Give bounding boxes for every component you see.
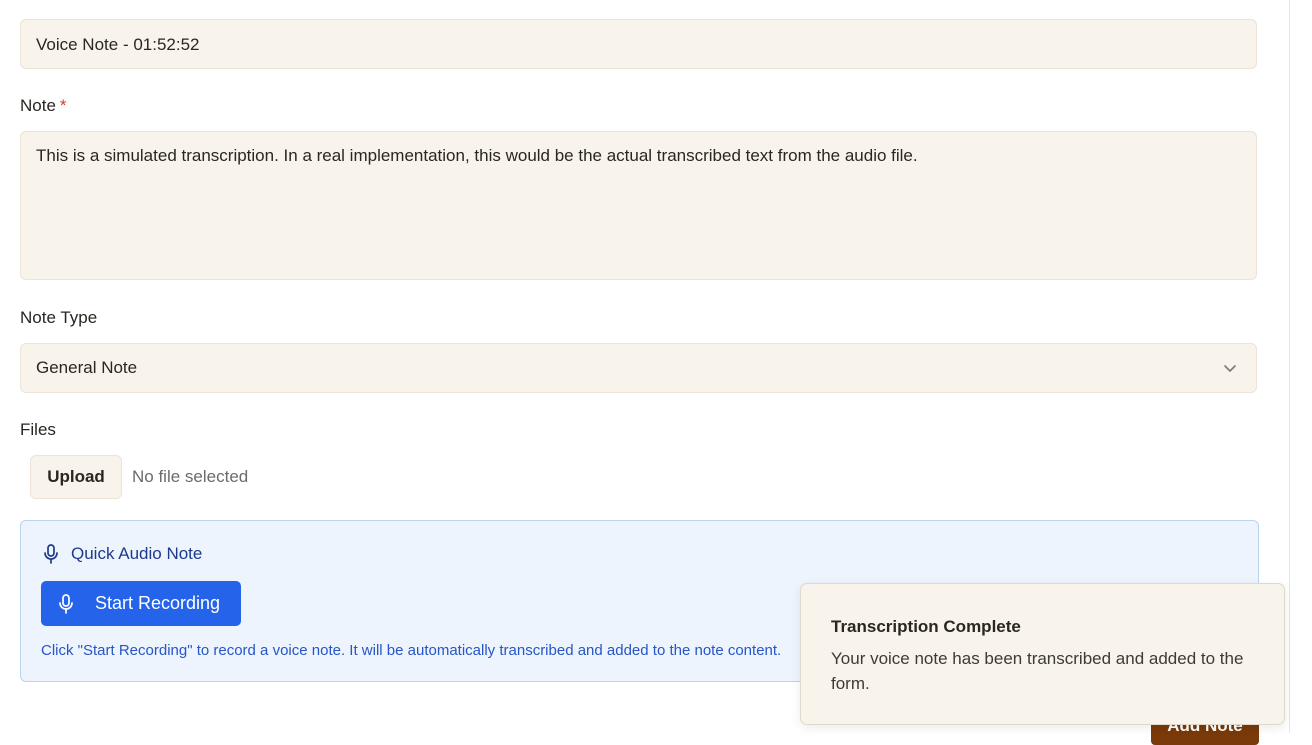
note-label-text: Note [20, 96, 56, 115]
title-input[interactable]: Voice Note - 01:52:52 [20, 19, 1257, 69]
toast-title: Transcription Complete [831, 617, 1021, 636]
microphone-icon [59, 593, 73, 614]
audio-help-text: Click "Start Recording" to record a voic… [41, 642, 782, 659]
required-mark: * [59, 96, 67, 115]
note-type-select[interactable]: General Note [20, 343, 1257, 393]
files-label: Files [20, 420, 56, 439]
audio-heading: Quick Audio Note [43, 544, 202, 564]
audio-heading-text: Quick Audio Note [71, 544, 203, 563]
toast-message: Your voice note has been transcribed and… [831, 649, 1244, 693]
note-type-value: General Note [36, 358, 138, 377]
chevron-down-icon [1224, 365, 1236, 372]
scrollbar[interactable] [1289, 0, 1312, 733]
no-file-text: No file selected [132, 467, 249, 486]
note-textarea[interactable]: This is a simulated transcription. In a … [20, 131, 1257, 280]
upload-button[interactable]: Upload [30, 455, 122, 499]
start-recording-button[interactable]: Start Recording [41, 581, 241, 626]
microphone-icon [44, 544, 58, 564]
note-type-label: Note Type [20, 308, 98, 327]
note-label: Note * [20, 96, 67, 116]
start-recording-label: Start Recording [95, 593, 221, 613]
toast-notification[interactable]: Transcription Complete Your voice note h… [800, 583, 1285, 725]
